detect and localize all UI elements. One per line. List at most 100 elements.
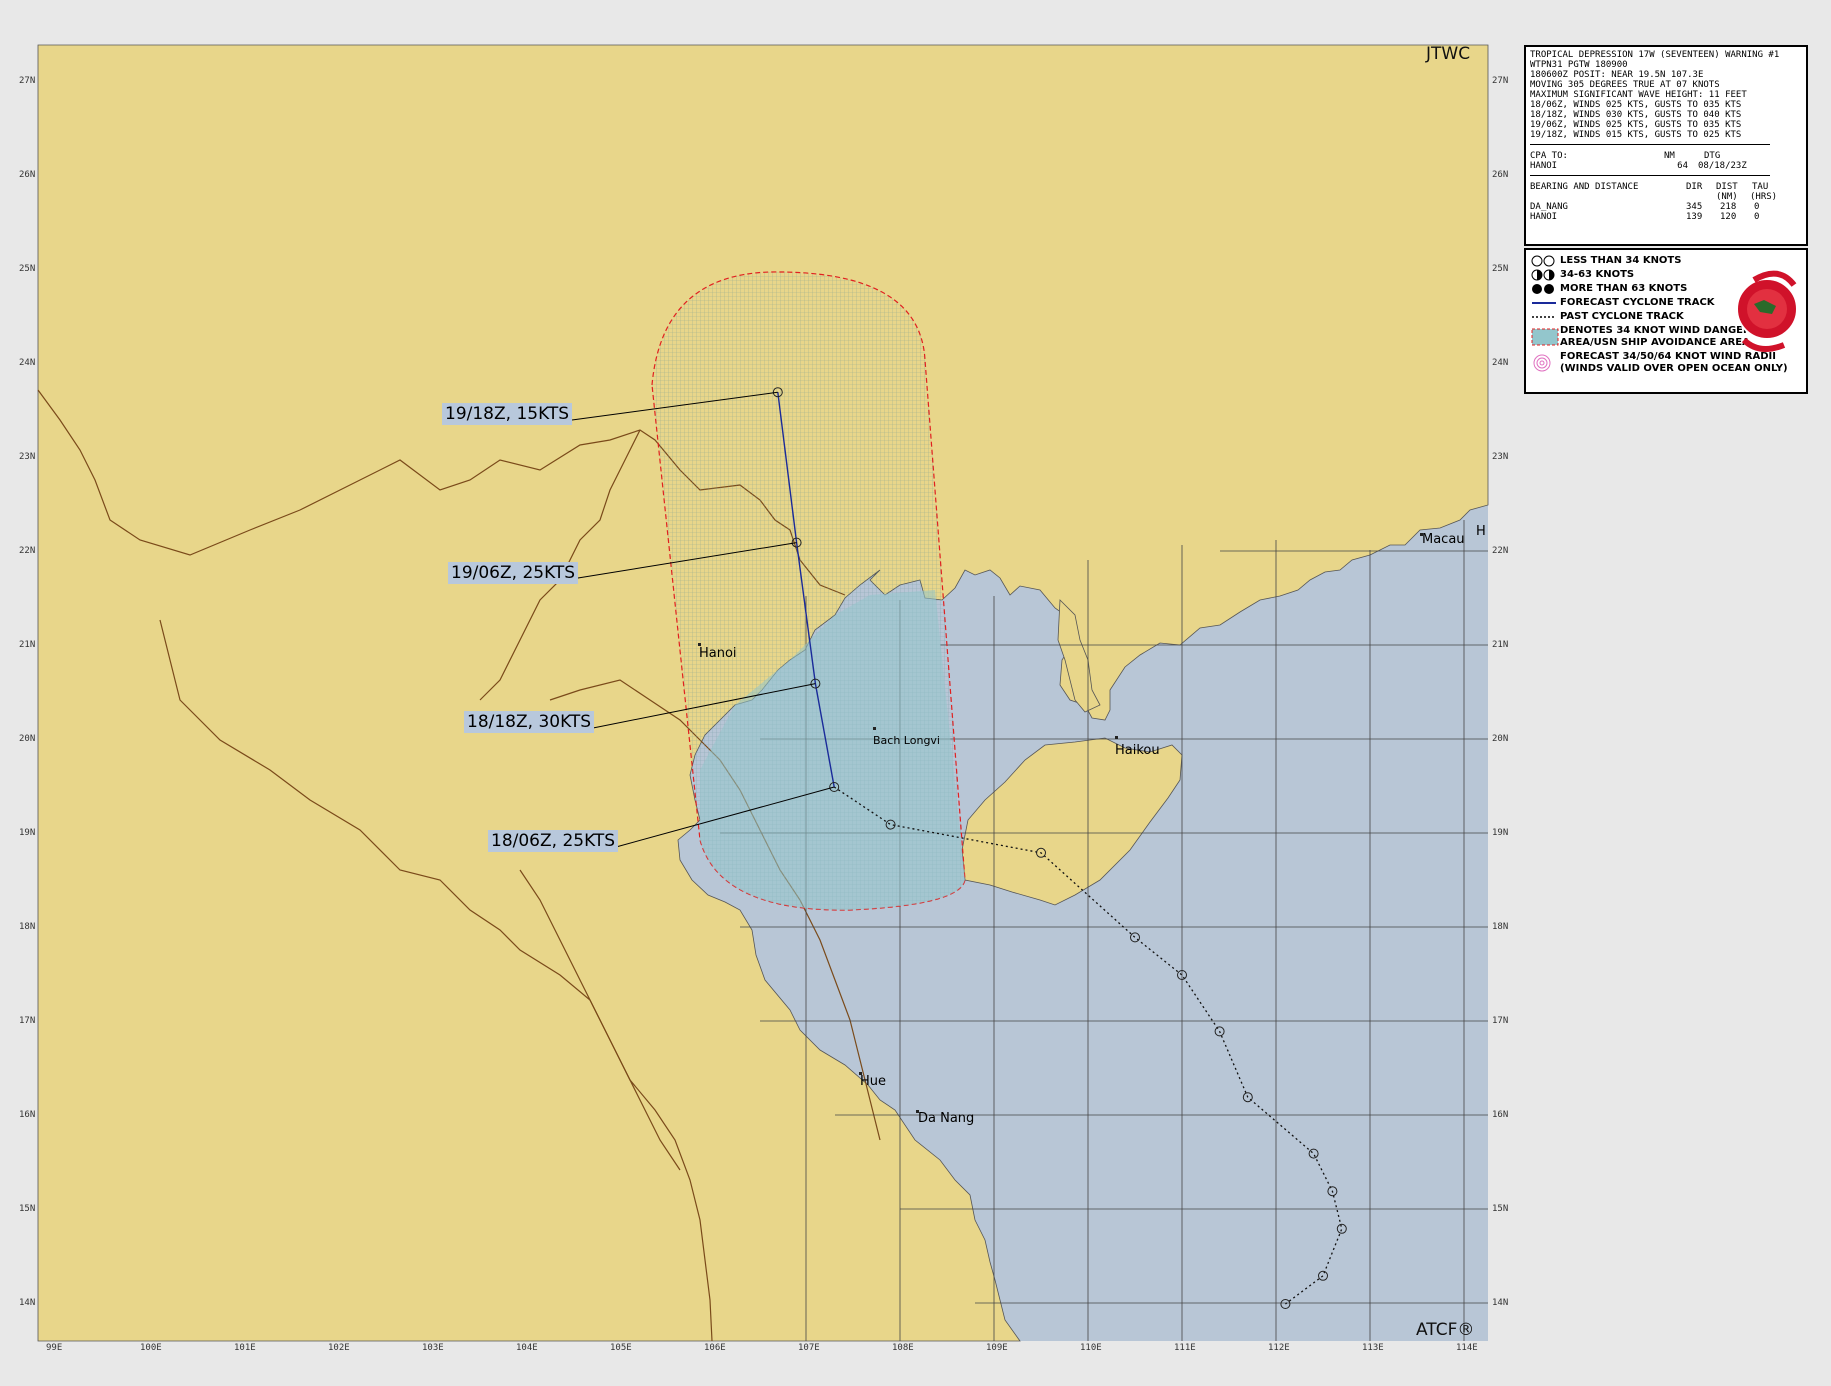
- lat-tick-label: 26N: [1492, 170, 1509, 180]
- past-track-line-icon: [1532, 316, 1556, 318]
- city-macau: Macau: [1422, 532, 1465, 547]
- lat-tick-label: 19N: [19, 828, 36, 838]
- lon-tick-label: 113E: [1362, 1343, 1384, 1353]
- lat-tick-label: 16N: [19, 1110, 36, 1120]
- legend-label-block: DENOTES 34 KNOT WIND DANGER AREA/USN SHIP…: [1560, 325, 1751, 349]
- lat-tick-label: 19N: [1492, 828, 1509, 838]
- city-hue: Hue: [860, 1074, 887, 1089]
- danger-area-swatch-icon: [1531, 328, 1559, 346]
- forecast-label-19-06z: 19/06Z, 25KTS: [448, 562, 579, 584]
- cpa-header-dtg: DTG: [1704, 151, 1721, 161]
- lon-tick-label: 103E: [422, 1343, 444, 1353]
- info-line: TROPICAL DEPRESSION 17W (SEVENTEEN) WARN…: [1530, 50, 1780, 60]
- legend-label: (WINDS VALID OVER OPEN OCEAN ONLY): [1560, 363, 1788, 374]
- info-line: MAXIMUM SIGNIFICANT WAVE HEIGHT: 11 FEET: [1530, 90, 1747, 100]
- bearing-row-dist: 218: [1720, 202, 1737, 212]
- cyclone-symbol-open-icon: [1531, 255, 1555, 267]
- legend-label: DENOTES 34 KNOT WIND DANGER: [1560, 325, 1751, 336]
- lon-tick-label: 106E: [704, 1343, 726, 1353]
- lat-tick-label: 22N: [19, 546, 36, 556]
- lon-tick-label: 99E: [46, 1343, 63, 1353]
- lat-tick-label: 21N: [19, 640, 36, 650]
- info-line: 18/18Z, WINDS 030 KTS, GUSTS TO 040 KTS: [1530, 110, 1742, 120]
- lon-tick-label: 111E: [1174, 1343, 1196, 1353]
- warning-info-panel: TROPICAL DEPRESSION 17W (SEVENTEEN) WARN…: [1524, 45, 1808, 246]
- lon-tick-label: 100E: [140, 1343, 162, 1353]
- legend-label: LESS THAN 34 KNOTS: [1560, 255, 1682, 266]
- cpa-header-nm: NM: [1664, 151, 1675, 161]
- cpa-row-place: HANOI: [1530, 161, 1558, 171]
- lat-tick-label: 20N: [1492, 734, 1509, 744]
- forecast-label-19-18z: 19/18Z, 15KTS: [442, 403, 573, 425]
- bearing-units-dist: (NM): [1716, 192, 1738, 202]
- cpa-header: CPA TO: NM DTG: [1530, 151, 1802, 161]
- lat-tick-label: 17N: [1492, 1016, 1509, 1026]
- bearing-units-tau: (HRS): [1750, 192, 1778, 202]
- city-haikou: Haikou: [1115, 743, 1160, 758]
- legend-label: PAST CYCLONE TRACK: [1560, 311, 1684, 322]
- lat-tick-label: 20N: [19, 734, 36, 744]
- cpa-row-dtg: 08/18/23Z: [1698, 161, 1747, 171]
- bearing-row: HANOI 139 120 0: [1530, 212, 1802, 222]
- jtwc-label: JTWC: [1426, 44, 1471, 64]
- lat-tick-label: 21N: [1492, 640, 1509, 650]
- info-line: 18/06Z, WINDS 025 KTS, GUSTS TO 035 KTS: [1530, 100, 1742, 110]
- bearing-header-tau: TAU: [1752, 182, 1769, 192]
- forecast-label-18-06z: 18/06Z, 25KTS: [488, 830, 619, 852]
- bearing-row: DA_NANG 345 218 0: [1530, 202, 1802, 212]
- lat-tick-label: 24N: [19, 358, 36, 368]
- legend-label: AREA/USN SHIP AVOIDANCE AREA: [1560, 337, 1750, 348]
- forecast-track-line-icon: [1532, 302, 1556, 304]
- info-line: MOVING 305 DEGREES TRUE AT 07 KNOTS: [1530, 80, 1720, 90]
- lat-tick-label: 25N: [19, 264, 36, 274]
- legend-label: MORE THAN 63 KNOTS: [1560, 283, 1688, 294]
- bearing-row-place: DA_NANG: [1530, 202, 1568, 212]
- lat-tick-label: 15N: [19, 1204, 36, 1214]
- lon-tick-label: 108E: [892, 1343, 914, 1353]
- info-line: 180600Z POSIT: NEAR 19.5N 107.3E: [1530, 70, 1704, 80]
- lon-tick-label: 114E: [1456, 1343, 1478, 1353]
- lat-tick-label: 27N: [19, 76, 36, 86]
- cpa-row-nm: 64: [1677, 161, 1688, 171]
- cpa-header-label: CPA TO:: [1530, 151, 1568, 161]
- lat-tick-label: 16N: [1492, 1110, 1509, 1120]
- lat-tick-label: 17N: [19, 1016, 36, 1026]
- bearing-units: (NM) (HRS): [1530, 192, 1802, 202]
- legend-panel: LESS THAN 34 KNOTS 34-63 KNOTS MORE THAN…: [1524, 248, 1808, 394]
- info-line: 19/18Z, WINDS 015 KTS, GUSTS TO 025 KTS: [1530, 130, 1742, 140]
- lat-tick-label: 24N: [1492, 358, 1509, 368]
- lat-tick-label: 23N: [1492, 452, 1509, 462]
- lon-tick-label: 107E: [798, 1343, 820, 1353]
- lon-tick-label: 110E: [1080, 1343, 1102, 1353]
- forecast-label-18-18z: 18/18Z, 30KTS: [464, 711, 595, 733]
- atcf-label: ATCF®: [1416, 1320, 1475, 1340]
- lon-tick-label: 112E: [1268, 1343, 1290, 1353]
- jtwc-seal-logo: [1736, 270, 1798, 352]
- wind-radii-icon: [1533, 354, 1551, 372]
- city-hanoi: Hanoi: [699, 646, 737, 661]
- lat-tick-label: 14N: [1492, 1298, 1509, 1308]
- bearing-row-dir: 345: [1686, 202, 1703, 212]
- lat-tick-label: 23N: [19, 452, 36, 462]
- lat-tick-label: 14N: [19, 1298, 36, 1308]
- lat-tick-label: 25N: [1492, 264, 1509, 274]
- lat-tick-label: 18N: [1492, 922, 1509, 932]
- lat-tick-label: 22N: [1492, 546, 1509, 556]
- bearing-header: BEARING AND DISTANCE DIR DIST TAU: [1530, 182, 1802, 192]
- bearing-row-place: HANOI: [1530, 212, 1558, 222]
- city-da-nang: Da Nang: [918, 1111, 975, 1126]
- lat-tick-label: 18N: [19, 922, 36, 932]
- info-line: 19/06Z, WINDS 025 KTS, GUSTS TO 035 KTS: [1530, 120, 1742, 130]
- info-line: WTPN31 PGTW 180900: [1530, 60, 1628, 70]
- bearing-header-dist: DIST: [1716, 182, 1738, 192]
- bearing-row-dist: 120: [1720, 212, 1737, 222]
- bearing-header-dir: DIR: [1686, 182, 1703, 192]
- legend-label: FORECAST CYCLONE TRACK: [1560, 297, 1715, 308]
- lat-tick-label: 27N: [1492, 76, 1509, 86]
- lon-tick-label: 102E: [328, 1343, 350, 1353]
- cyclone-symbol-half-icon: [1531, 269, 1555, 281]
- bearing-row-tau: 0: [1754, 202, 1760, 212]
- city-hong-kong: H: [1476, 524, 1486, 539]
- lat-tick-label: 26N: [19, 170, 36, 180]
- bearing-header-label: BEARING AND DISTANCE: [1530, 182, 1639, 192]
